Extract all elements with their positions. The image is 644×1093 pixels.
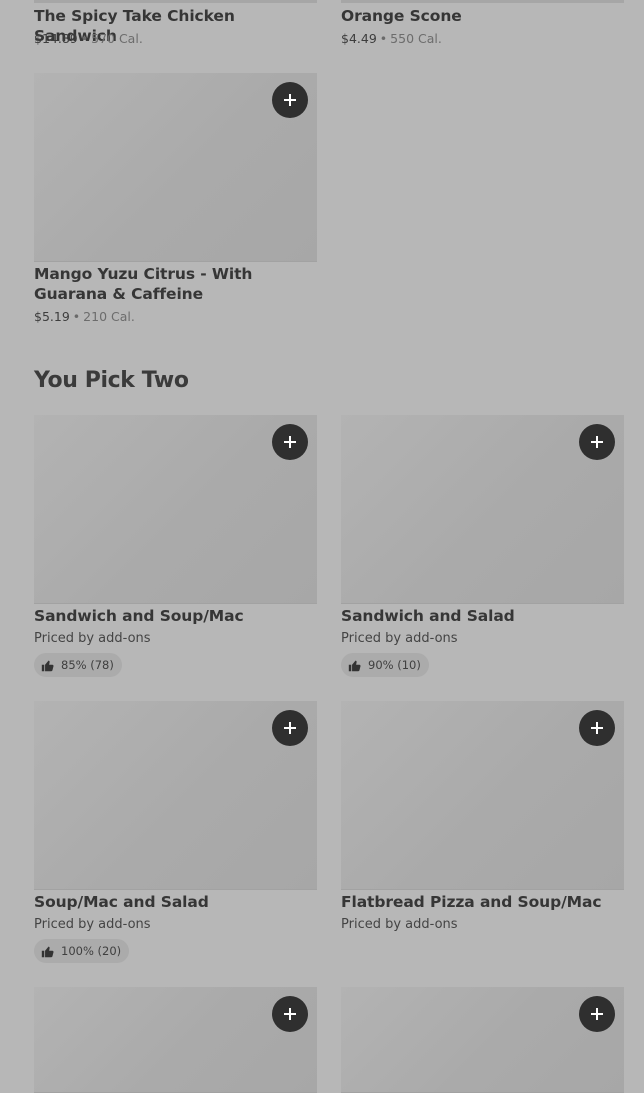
separator: • [72, 309, 81, 324]
plus-icon [591, 722, 603, 734]
item-name: Mango Yuzu Citrus - With Guarana & Caffe… [34, 265, 253, 303]
rating-badge: 100% (20) [34, 939, 130, 963]
add-to-cart-button[interactable] [272, 82, 308, 118]
add-to-cart-button[interactable] [579, 996, 615, 1032]
plus-icon [284, 722, 296, 734]
item-name: Flatbread Pizza and Soup/Mac [341, 893, 602, 911]
separator: • [379, 31, 388, 46]
separator: • [80, 31, 89, 46]
rating-badge: 90% (10) [341, 653, 429, 677]
item-subtitle: Priced by add-ons [34, 631, 151, 646]
item-price: $5.19 [34, 309, 70, 324]
add-to-cart-button[interactable] [579, 424, 615, 460]
rating-badge: 85% (78) [34, 653, 122, 677]
item-price-calories: $4.49 • 550 Cal. [341, 31, 442, 47]
item-price: $14.89 [34, 31, 78, 46]
plus-icon [591, 1008, 603, 1020]
plus-icon [284, 94, 296, 106]
item-price-calories: $5.19 • 210 Cal. [34, 309, 135, 325]
item-price-calories: $14.89 • 570 Cal. [34, 31, 143, 47]
item-price: $4.49 [341, 31, 377, 46]
item-image [34, 0, 317, 3]
thumbs-up-icon [41, 660, 54, 671]
item-subtitle: Priced by add-ons [34, 917, 151, 932]
rating-text: 85% (78) [61, 658, 114, 672]
item-name: Soup/Mac and Salad [34, 893, 209, 911]
add-to-cart-button[interactable] [272, 424, 308, 460]
item-calories: 570 Cal. [91, 31, 143, 46]
item-calories: 210 Cal. [83, 309, 135, 324]
item-name: Sandwich and Salad [341, 607, 515, 625]
plus-icon [284, 1008, 296, 1020]
item-name: Sandwich and Soup/Mac [34, 607, 244, 625]
section-title: You Pick Two [34, 368, 189, 393]
add-to-cart-button[interactable] [272, 996, 308, 1032]
item-calories: 550 Cal. [390, 31, 442, 46]
item-subtitle: Priced by add-ons [341, 631, 458, 646]
add-to-cart-button[interactable] [272, 710, 308, 746]
plus-icon [591, 436, 603, 448]
thumbs-up-icon [41, 946, 54, 957]
item-image [341, 0, 624, 3]
plus-icon [284, 436, 296, 448]
thumbs-up-icon [348, 660, 361, 671]
rating-text: 100% (20) [61, 944, 122, 958]
item-subtitle: Priced by add-ons [341, 917, 458, 932]
rating-text: 90% (10) [368, 658, 421, 672]
add-to-cart-button[interactable] [579, 710, 615, 746]
item-name: Orange Scone [341, 7, 462, 25]
